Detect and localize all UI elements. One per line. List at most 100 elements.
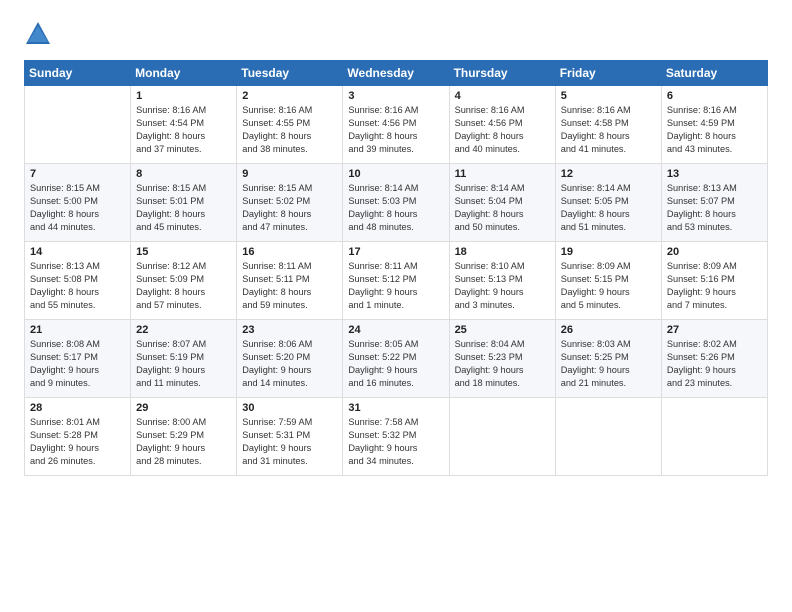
day-number: 9 — [242, 168, 337, 180]
logo-icon — [24, 20, 52, 48]
calendar-page: SundayMondayTuesdayWednesdayThursdayFrid… — [0, 0, 792, 492]
day-number: 25 — [455, 324, 550, 336]
day-number: 18 — [455, 246, 550, 258]
day-number: 28 — [30, 402, 125, 414]
day-cell: 10 Sunrise: 8:14 AM Sunset: 5:03 PM Dayli… — [343, 164, 449, 242]
day-number: 19 — [561, 246, 656, 258]
header-cell-thursday: Thursday — [449, 61, 555, 86]
day-info: Sunrise: 8:01 AM Sunset: 5:28 PM Dayligh… — [30, 416, 125, 468]
calendar-table: SundayMondayTuesdayWednesdayThursdayFrid… — [24, 60, 768, 476]
day-number: 11 — [455, 168, 550, 180]
week-row-1: 1 Sunrise: 8:16 AM Sunset: 4:54 PM Daylig… — [25, 86, 768, 164]
day-info: Sunrise: 8:14 AM Sunset: 5:03 PM Dayligh… — [348, 182, 443, 234]
day-number: 26 — [561, 324, 656, 336]
day-number: 6 — [667, 90, 762, 102]
day-number: 4 — [455, 90, 550, 102]
day-cell: 9 Sunrise: 8:15 AM Sunset: 5:02 PM Daylig… — [237, 164, 343, 242]
header-cell-sunday: Sunday — [25, 61, 131, 86]
day-cell — [555, 398, 661, 476]
day-cell: 30Sunrise: 7:59 AM Sunset: 5:31 PM Dayli… — [237, 398, 343, 476]
day-info: Sunrise: 8:14 AM Sunset: 5:05 PM Dayligh… — [561, 182, 656, 234]
day-cell: 28 Sunrise: 8:01 AM Sunset: 5:28 PM Dayli… — [25, 398, 131, 476]
day-number: 8 — [136, 168, 231, 180]
header-cell-wednesday: Wednesday — [343, 61, 449, 86]
calendar-header: SundayMondayTuesdayWednesdayThursdayFrid… — [25, 61, 768, 86]
day-info: Sunrise: 8:11 AM Sunset: 5:11 PM Dayligh… — [242, 260, 337, 312]
day-cell: 12 Sunrise: 8:14 AM Sunset: 5:05 PM Dayli… — [555, 164, 661, 242]
day-info: Sunrise: 8:15 AM Sunset: 5:01 PM Dayligh… — [136, 182, 231, 234]
day-cell: 3 Sunrise: 8:16 AM Sunset: 4:56 PM Daylig… — [343, 86, 449, 164]
day-cell: 7 Sunrise: 8:15 AM Sunset: 5:00 PM Daylig… — [25, 164, 131, 242]
day-cell: 25 Sunrise: 8:04 AM Sunset: 5:23 PM Dayli… — [449, 320, 555, 398]
header-cell-saturday: Saturday — [661, 61, 767, 86]
header-row: SundayMondayTuesdayWednesdayThursdayFrid… — [25, 61, 768, 86]
day-cell: 15Sunrise: 8:12 AM Sunset: 5:09 PM Dayli… — [131, 242, 237, 320]
day-cell: 13 Sunrise: 8:13 AM Sunset: 5:07 PM Dayli… — [661, 164, 767, 242]
day-number: 7 — [30, 168, 125, 180]
week-row-4: 21Sunrise: 8:08 AM Sunset: 5:17 PM Dayli… — [25, 320, 768, 398]
day-info: Sunrise: 8:03 AM Sunset: 5:25 PM Dayligh… — [561, 338, 656, 390]
day-number: 30 — [242, 402, 337, 414]
day-info: Sunrise: 8:09 AM Sunset: 5:15 PM Dayligh… — [561, 260, 656, 312]
day-info: Sunrise: 8:05 AM Sunset: 5:22 PM Dayligh… — [348, 338, 443, 390]
day-cell: 27Sunrise: 8:02 AM Sunset: 5:26 PM Dayli… — [661, 320, 767, 398]
header — [24, 20, 768, 48]
day-cell — [661, 398, 767, 476]
logo — [24, 20, 56, 48]
day-number: 17 — [348, 246, 443, 258]
week-row-5: 28 Sunrise: 8:01 AM Sunset: 5:28 PM Dayli… — [25, 398, 768, 476]
day-cell: 19 Sunrise: 8:09 AM Sunset: 5:15 PM Dayli… — [555, 242, 661, 320]
day-cell: 22Sunrise: 8:07 AM Sunset: 5:19 PM Dayli… — [131, 320, 237, 398]
day-number: 14 — [30, 246, 125, 258]
day-info: Sunrise: 8:10 AM Sunset: 5:13 PM Dayligh… — [455, 260, 550, 312]
header-cell-monday: Monday — [131, 61, 237, 86]
day-info: Sunrise: 8:15 AM Sunset: 5:00 PM Dayligh… — [30, 182, 125, 234]
day-number: 1 — [136, 90, 231, 102]
day-info: Sunrise: 8:16 AM Sunset: 4:54 PM Dayligh… — [136, 104, 231, 156]
day-info: Sunrise: 8:12 AM Sunset: 5:09 PM Dayligh… — [136, 260, 231, 312]
day-number: 16 — [242, 246, 337, 258]
week-row-2: 7 Sunrise: 8:15 AM Sunset: 5:00 PM Daylig… — [25, 164, 768, 242]
day-info: Sunrise: 8:14 AM Sunset: 5:04 PM Dayligh… — [455, 182, 550, 234]
day-cell: 16 Sunrise: 8:11 AM Sunset: 5:11 PM Dayli… — [237, 242, 343, 320]
day-info: Sunrise: 8:09 AM Sunset: 5:16 PM Dayligh… — [667, 260, 762, 312]
day-info: Sunrise: 8:16 AM Sunset: 4:56 PM Dayligh… — [348, 104, 443, 156]
day-cell: 18 Sunrise: 8:10 AM Sunset: 5:13 PM Dayli… — [449, 242, 555, 320]
day-cell: 21Sunrise: 8:08 AM Sunset: 5:17 PM Dayli… — [25, 320, 131, 398]
day-cell: 20 Sunrise: 8:09 AM Sunset: 5:16 PM Dayli… — [661, 242, 767, 320]
day-cell: 23 Sunrise: 8:06 AM Sunset: 5:20 PM Dayli… — [237, 320, 343, 398]
day-number: 23 — [242, 324, 337, 336]
day-info: Sunrise: 8:11 AM Sunset: 5:12 PM Dayligh… — [348, 260, 443, 312]
day-number: 24 — [348, 324, 443, 336]
day-number: 29 — [136, 402, 231, 414]
day-cell: 5Sunrise: 8:16 AM Sunset: 4:58 PM Daylig… — [555, 86, 661, 164]
day-cell: 24 Sunrise: 8:05 AM Sunset: 5:22 PM Dayli… — [343, 320, 449, 398]
day-info: Sunrise: 8:15 AM Sunset: 5:02 PM Dayligh… — [242, 182, 337, 234]
day-cell: 8 Sunrise: 8:15 AM Sunset: 5:01 PM Daylig… — [131, 164, 237, 242]
day-cell: 14Sunrise: 8:13 AM Sunset: 5:08 PM Dayli… — [25, 242, 131, 320]
day-info: Sunrise: 8:16 AM Sunset: 4:59 PM Dayligh… — [667, 104, 762, 156]
day-number: 27 — [667, 324, 762, 336]
day-info: Sunrise: 8:00 AM Sunset: 5:29 PM Dayligh… — [136, 416, 231, 468]
week-row-3: 14Sunrise: 8:13 AM Sunset: 5:08 PM Dayli… — [25, 242, 768, 320]
day-cell — [449, 398, 555, 476]
day-info: Sunrise: 8:07 AM Sunset: 5:19 PM Dayligh… — [136, 338, 231, 390]
day-cell: 6 Sunrise: 8:16 AM Sunset: 4:59 PM Daylig… — [661, 86, 767, 164]
day-number: 12 — [561, 168, 656, 180]
day-cell: 1 Sunrise: 8:16 AM Sunset: 4:54 PM Daylig… — [131, 86, 237, 164]
day-number: 20 — [667, 246, 762, 258]
day-info: Sunrise: 8:04 AM Sunset: 5:23 PM Dayligh… — [455, 338, 550, 390]
day-info: Sunrise: 8:06 AM Sunset: 5:20 PM Dayligh… — [242, 338, 337, 390]
day-info: Sunrise: 8:16 AM Sunset: 4:58 PM Dayligh… — [561, 104, 656, 156]
header-cell-tuesday: Tuesday — [237, 61, 343, 86]
day-info: Sunrise: 8:16 AM Sunset: 4:55 PM Dayligh… — [242, 104, 337, 156]
day-cell: 4Sunrise: 8:16 AM Sunset: 4:56 PM Daylig… — [449, 86, 555, 164]
day-cell: 31Sunrise: 7:58 AM Sunset: 5:32 PM Dayli… — [343, 398, 449, 476]
day-number: 10 — [348, 168, 443, 180]
day-number: 2 — [242, 90, 337, 102]
day-info: Sunrise: 8:13 AM Sunset: 5:07 PM Dayligh… — [667, 182, 762, 234]
day-number: 13 — [667, 168, 762, 180]
day-info: Sunrise: 7:58 AM Sunset: 5:32 PM Dayligh… — [348, 416, 443, 468]
day-number: 3 — [348, 90, 443, 102]
calendar-body: 1 Sunrise: 8:16 AM Sunset: 4:54 PM Daylig… — [25, 86, 768, 476]
